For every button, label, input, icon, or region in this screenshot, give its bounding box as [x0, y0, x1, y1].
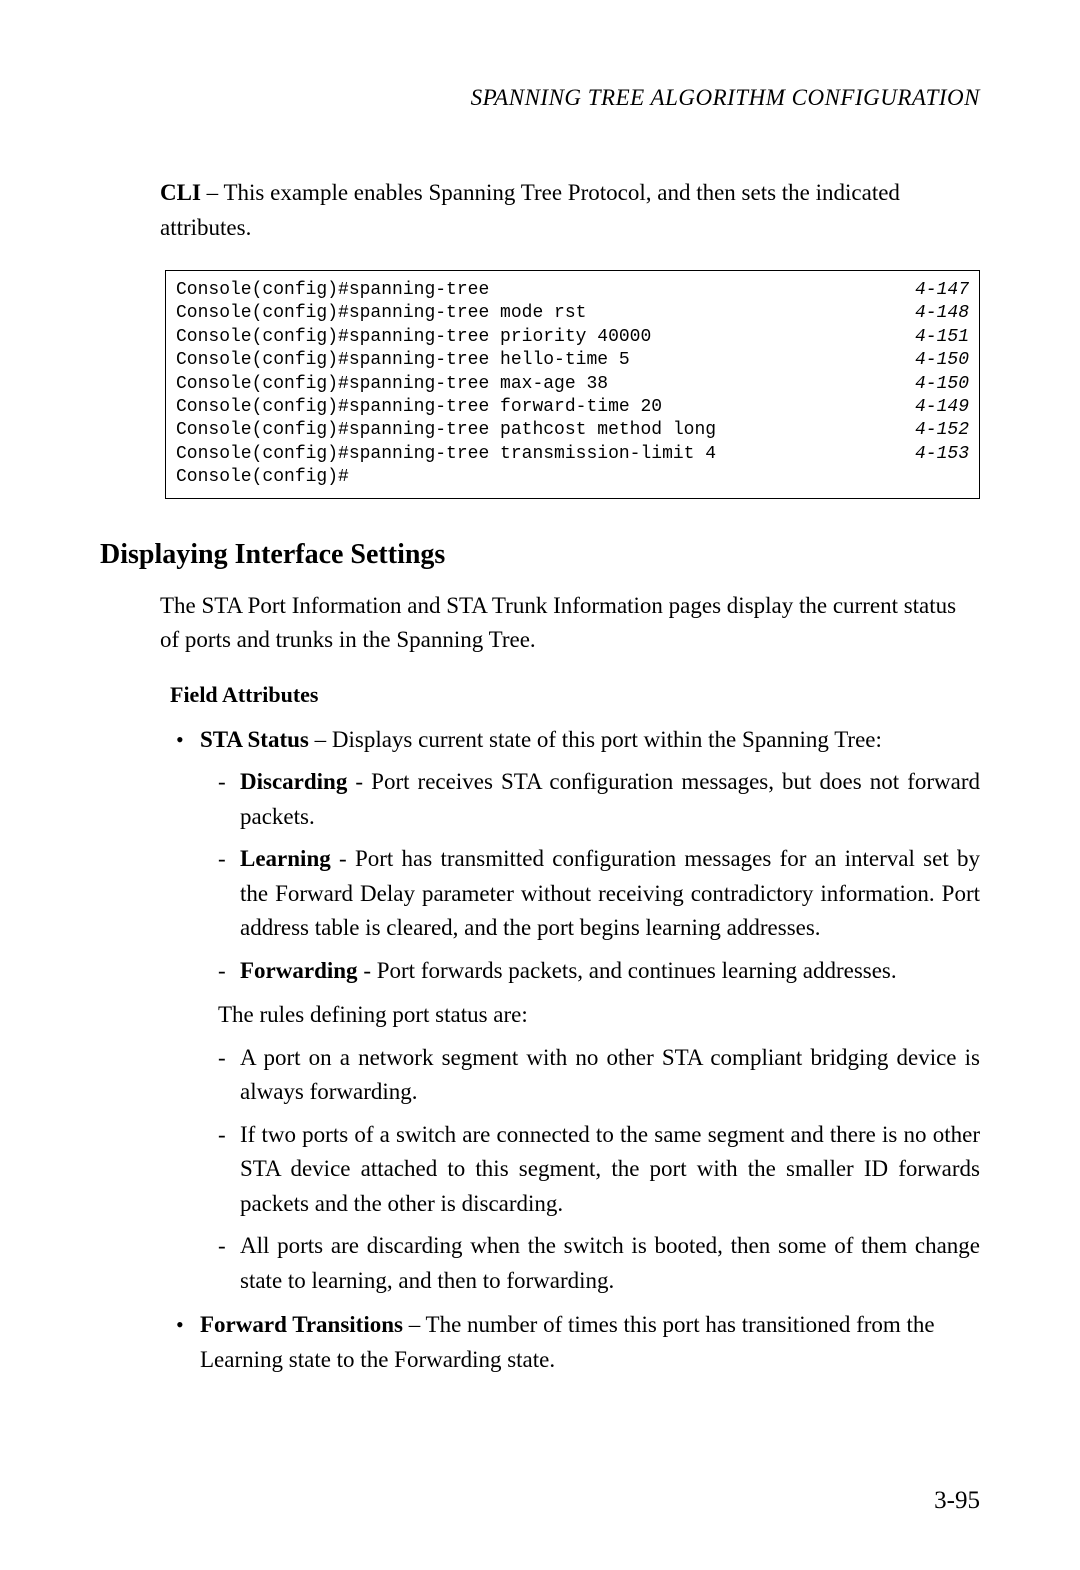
- section-heading: Displaying Interface Settings: [100, 539, 980, 571]
- state-learning: Learning - Port has transmitted configur…: [218, 842, 980, 946]
- code-line: Console(config)#spanning-tree pathcost m…: [176, 419, 969, 442]
- sta-status-desc: – Displays current state of this port wi…: [309, 727, 882, 752]
- sta-status-term: STA Status: [200, 727, 309, 752]
- code-line: Console(config)#: [176, 466, 969, 489]
- code-line: Console(config)#spanning-tree4-147: [176, 279, 969, 302]
- field-attributes-list: STA Status – Displays current state of t…: [160, 723, 980, 1378]
- code-line: Console(config)#spanning-tree mode rst4-…: [176, 302, 969, 325]
- state-forwarding: Forwarding - Port forwards packets, and …: [218, 954, 980, 989]
- section-body: The STA Port Information and STA Trunk I…: [100, 589, 980, 1378]
- forward-transitions-item: Forward Transitions – The number of time…: [170, 1308, 980, 1377]
- code-line: Console(config)#spanning-tree max-age 38…: [176, 373, 969, 396]
- page-number: 3-95: [934, 1487, 980, 1515]
- code-line: Console(config)#spanning-tree priority 4…: [176, 326, 969, 349]
- state-discarding: Discarding - Port receives STA configura…: [218, 765, 980, 834]
- code-line: Console(config)#spanning-tree forward-ti…: [176, 396, 969, 419]
- section-description: The STA Port Information and STA Trunk I…: [160, 589, 980, 658]
- code-line: Console(config)#spanning-tree transmissi…: [176, 443, 969, 466]
- page-header: SPANNING TREE ALGORITHM CONFIGURATION: [100, 85, 980, 111]
- rule-item: A port on a network segment with no othe…: [218, 1041, 980, 1110]
- forward-transitions-term: Forward Transitions: [200, 1312, 403, 1337]
- code-example-box: Console(config)#spanning-tree4-147 Conso…: [165, 270, 980, 499]
- sta-states-list: Discarding - Port receives STA configura…: [200, 765, 980, 988]
- intro-text: – This example enables Spanning Tree Pro…: [160, 180, 900, 240]
- intro-paragraph: CLI – This example enables Spanning Tree…: [100, 176, 980, 245]
- sta-status-item: STA Status – Displays current state of t…: [170, 723, 980, 1299]
- rule-item: All ports are discarding when the switch…: [218, 1229, 980, 1298]
- field-attributes-heading: Field Attributes: [160, 678, 980, 711]
- cli-label: CLI: [160, 180, 201, 205]
- code-line: Console(config)#spanning-tree hello-time…: [176, 349, 969, 372]
- rules-list: A port on a network segment with no othe…: [200, 1041, 980, 1299]
- rule-item: If two ports of a switch are connected t…: [218, 1118, 980, 1222]
- rules-intro: The rules defining port status are:: [200, 998, 980, 1033]
